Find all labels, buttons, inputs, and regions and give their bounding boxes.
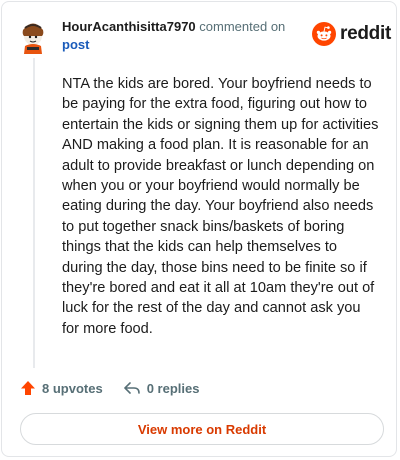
thread-line xyxy=(33,58,35,368)
post-link[interactable]: post xyxy=(62,36,302,54)
upvote-button[interactable]: 8 upvotes xyxy=(20,380,103,396)
upvote-arrow-icon xyxy=(21,381,35,395)
view-more-button[interactable]: View more on Reddit xyxy=(20,413,384,445)
reply-arrow-icon xyxy=(123,382,140,394)
comment-actions: 8 upvotes 0 replies xyxy=(20,378,199,398)
reply-button[interactable]: 0 replies xyxy=(123,380,200,396)
comment-meta: HourAcanthisitta7970 commented on post xyxy=(62,18,302,54)
reddit-wordmark: reddit xyxy=(340,23,391,44)
reddit-logo-icon xyxy=(312,22,336,46)
upvote-count: 8 upvotes xyxy=(42,380,103,396)
username-link[interactable]: HourAcanthisitta7970 xyxy=(62,19,196,34)
comment-embed-card: HourAcanthisitta7970 commented on post r… xyxy=(1,1,397,457)
avatar[interactable] xyxy=(18,16,48,54)
comment-body: NTA the kids are bored. Your boyfriend n… xyxy=(62,76,379,337)
meta-action-text: commented on xyxy=(199,19,286,34)
reddit-brand[interactable]: reddit xyxy=(312,22,391,46)
reply-count: 0 replies xyxy=(146,380,200,396)
